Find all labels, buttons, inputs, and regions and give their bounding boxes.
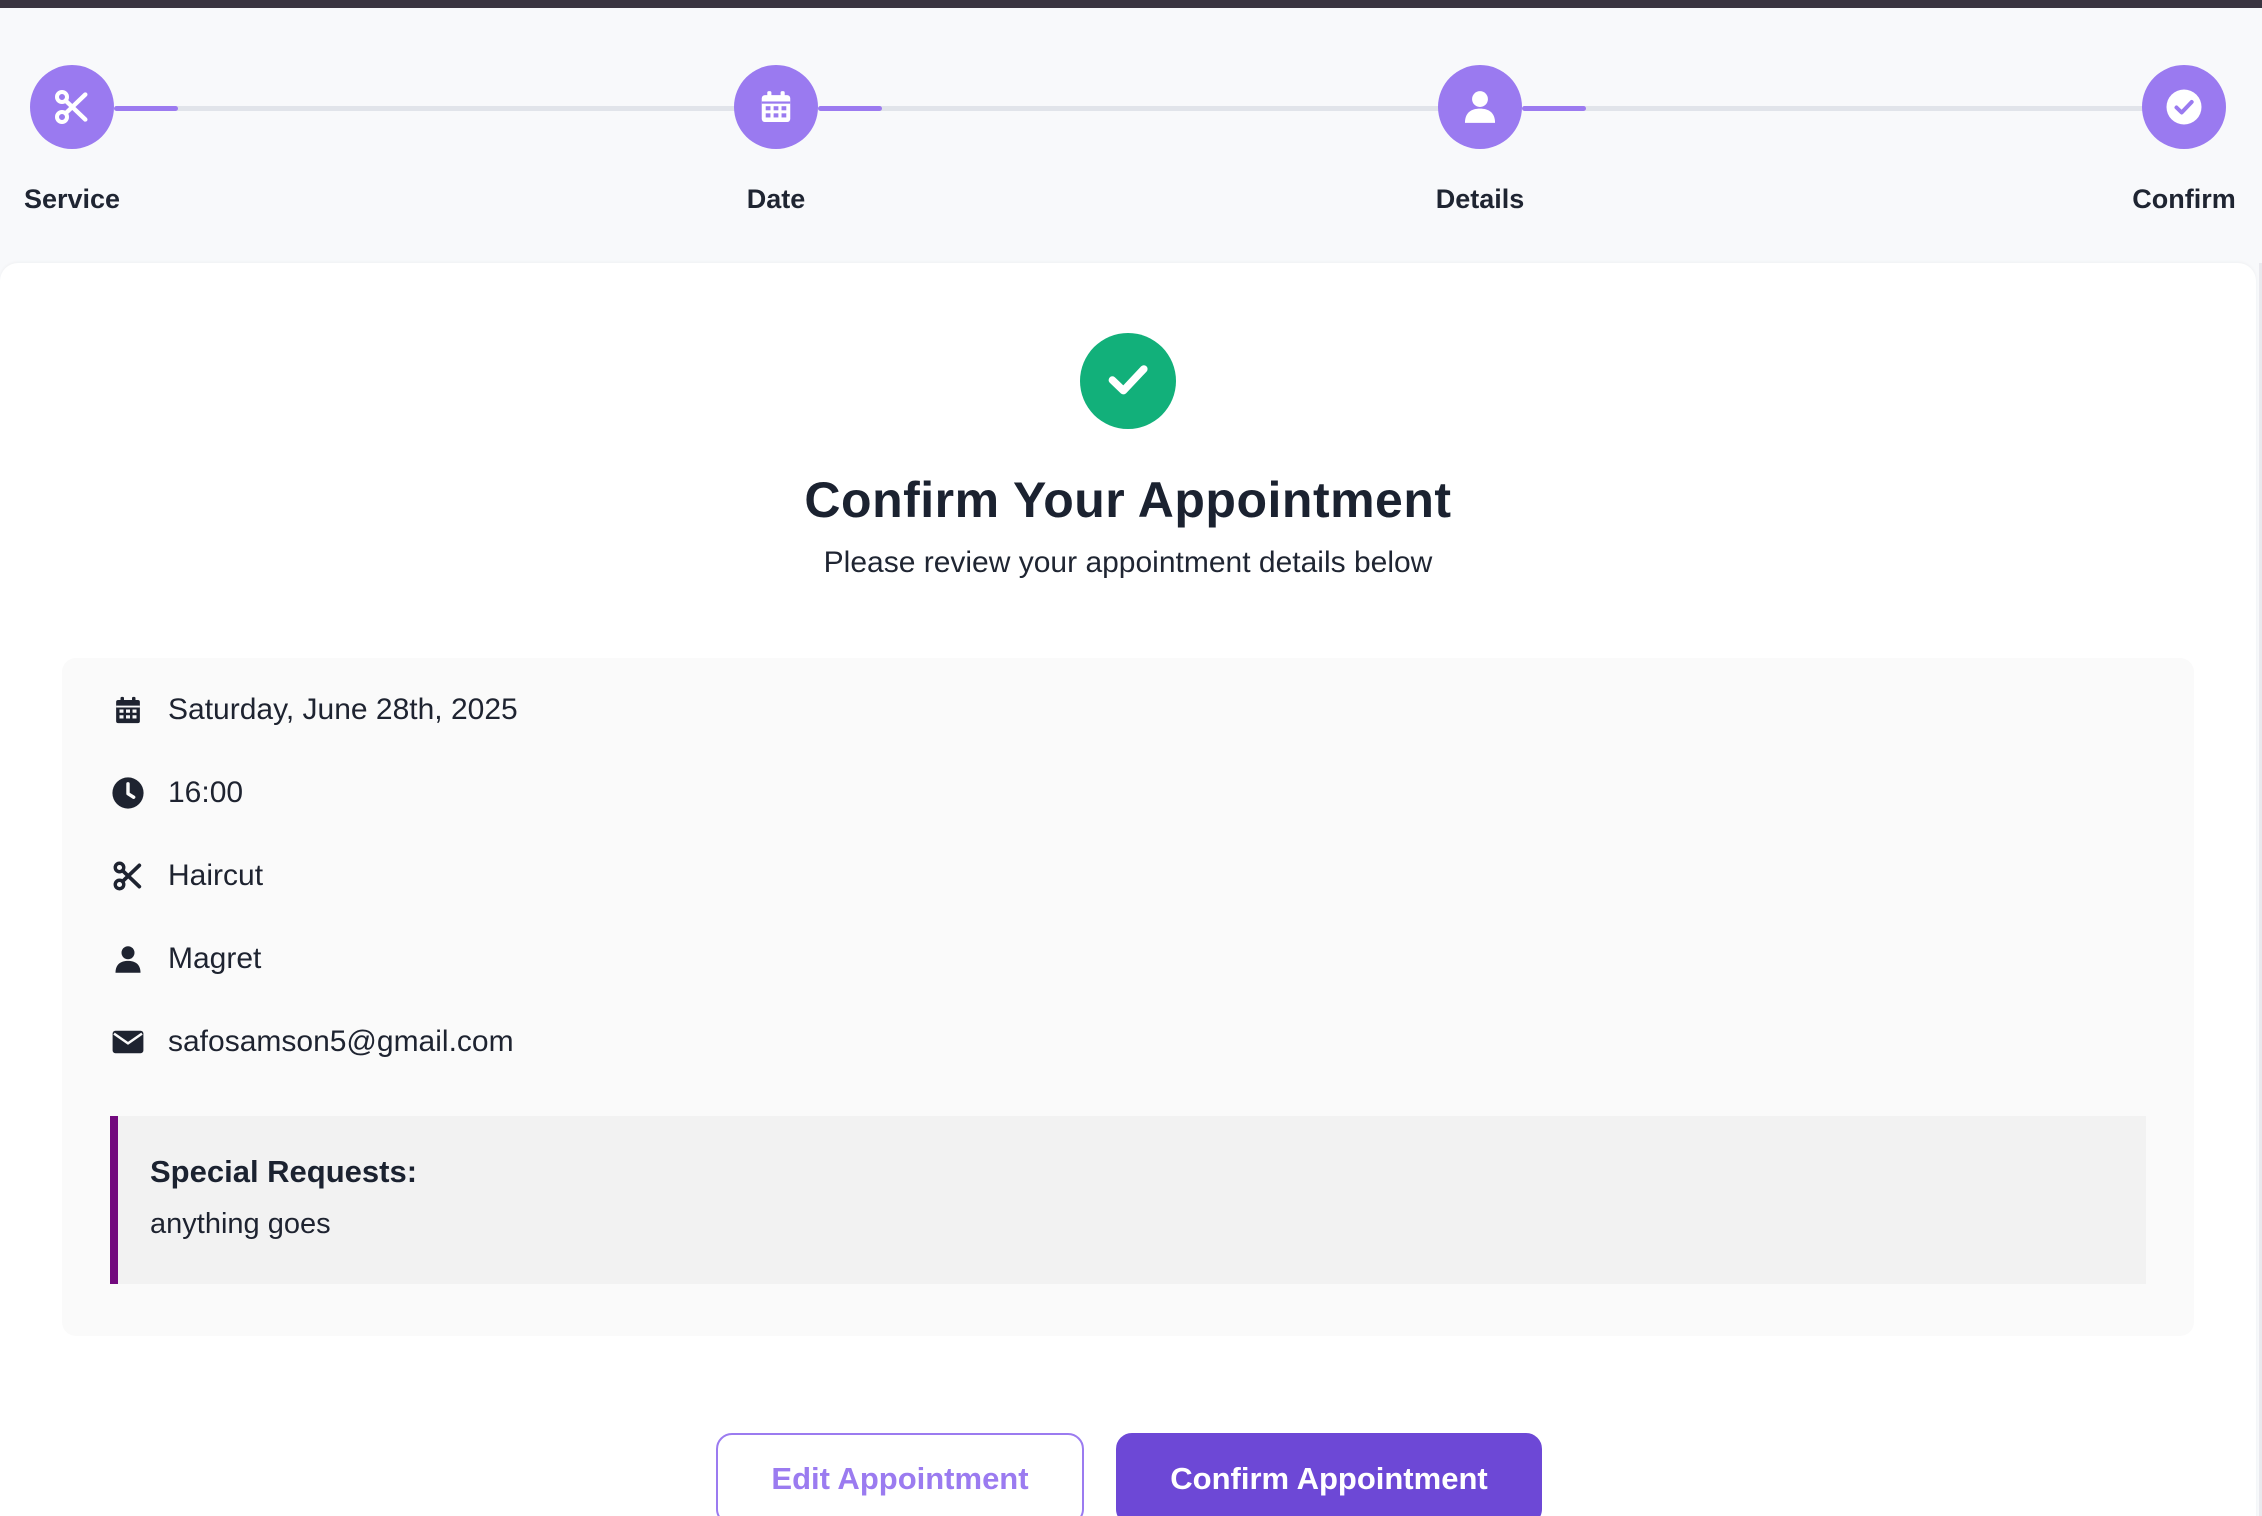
progress-stepper: Service Date Details Confirm [0, 8, 2262, 263]
step-connector [1522, 106, 2146, 111]
special-requests-label: Special Requests: [150, 1154, 418, 1189]
step-label-date: Date [746, 184, 806, 214]
calendar-icon [757, 88, 795, 126]
scissors-icon [110, 858, 146, 894]
step-connector [818, 106, 1442, 111]
confirm-appointment-button[interactable]: Confirm Appointment [1116, 1433, 1542, 1516]
step-label-details: Details [1435, 184, 1525, 214]
appointment-time: 16:00 [168, 776, 244, 809]
step-label-service: Service [23, 184, 121, 214]
detail-time: 16:00 [110, 771, 243, 815]
step-connector-progress [818, 106, 882, 111]
appointment-name: Magret [168, 942, 262, 975]
confirmation-card: Confirm Your Appointment Please review y… [0, 263, 2256, 1516]
detail-email: safosamson5@gmail.com [110, 1020, 514, 1064]
special-requests-box: Special Requests: anything goes [110, 1116, 2146, 1284]
detail-date: Saturday, June 28th, 2025 [110, 688, 518, 732]
appointment-service: Haircut [168, 859, 264, 892]
step-label-confirm: Confirm [2132, 184, 2236, 214]
user-icon [1461, 88, 1499, 126]
step-connector-progress [1522, 106, 1586, 111]
step-details[interactable] [1438, 65, 1522, 149]
appointment-summary: Saturday, June 28th, 2025 16:00 Haircut … [62, 658, 2194, 1336]
edit-appointment-button[interactable]: Edit Appointment [716, 1433, 1084, 1516]
step-date[interactable] [734, 65, 818, 149]
booking-window: Service Date Details Confirm Confirm You… [0, 8, 2262, 1516]
success-badge [1080, 333, 1176, 429]
step-confirm[interactable] [2142, 65, 2226, 149]
special-requests-text: anything goes [150, 1208, 331, 1240]
envelope-icon [110, 1024, 146, 1060]
page-title: Confirm Your Appointment [804, 472, 1452, 528]
appointment-date: Saturday, June 28th, 2025 [168, 693, 518, 726]
step-connector-progress [114, 106, 178, 111]
appointment-email: safosamson5@gmail.com [168, 1025, 514, 1058]
clock-icon [110, 775, 146, 811]
check-circle-icon [2164, 87, 2204, 127]
scissors-icon [52, 87, 92, 127]
page-subtitle: Please review your appointment details b… [823, 546, 1433, 579]
detail-name: Magret [110, 937, 261, 981]
detail-service: Haircut [110, 854, 263, 898]
step-connector [114, 106, 738, 111]
check-icon [1103, 354, 1153, 409]
calendar-icon [110, 692, 146, 728]
step-service[interactable] [30, 65, 114, 149]
user-icon [110, 941, 146, 977]
